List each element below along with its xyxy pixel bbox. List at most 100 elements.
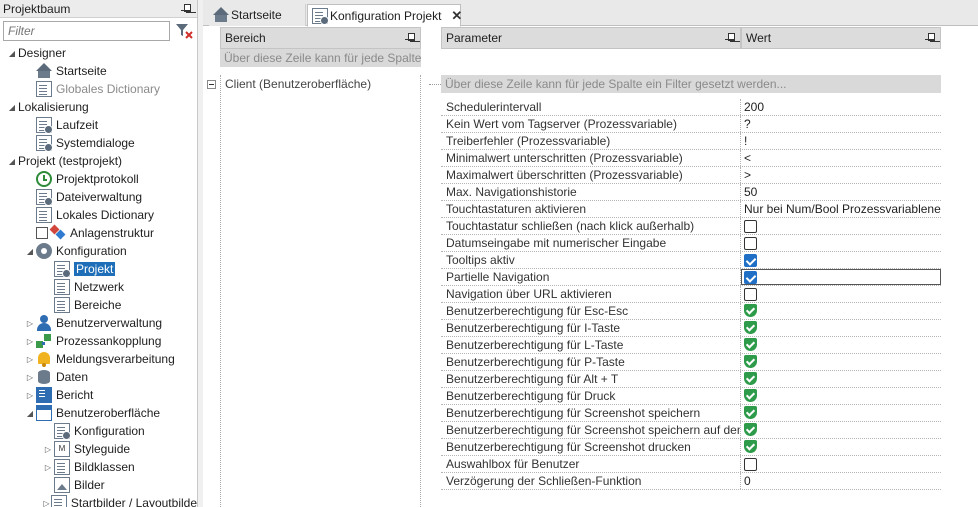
parameter-value[interactable]	[741, 286, 941, 302]
parameter-value[interactable]	[741, 354, 941, 370]
parameter-row[interactable]: Benutzerberechtigung für L-Taste	[441, 337, 941, 354]
tree-filter-input[interactable]	[3, 21, 170, 41]
parameter-value[interactable]	[741, 422, 941, 438]
parameter-row[interactable]: Schedulerintervall 200	[441, 99, 941, 116]
parameter-row[interactable]: Partielle Navigation	[441, 269, 941, 286]
parameter-row[interactable]: Benutzerberechtigung für I-Taste	[441, 320, 941, 337]
parameter-row[interactable]: Treiberfehler (Prozessvariable)!	[441, 133, 941, 150]
tree-item[interactable]: Systemdialoge	[0, 134, 197, 152]
collapsed-arrow-icon[interactable]: ▷	[24, 389, 36, 401]
tree-item[interactable]: ◢ Benutzeroberfläche	[0, 404, 197, 422]
tree-item[interactable]: ▷ M Styleguide	[0, 440, 197, 458]
parameter-row[interactable]: Touchtastaturen aktivieren Nur bei Num/Bo…	[441, 201, 941, 218]
parameter-value[interactable]	[741, 218, 941, 234]
tree-item[interactable]: Netzwerk	[0, 278, 197, 296]
collapsed-arrow-icon[interactable]: ▷	[24, 317, 36, 329]
shield-check-icon[interactable]	[744, 372, 757, 386]
shield-check-icon[interactable]	[744, 304, 757, 318]
expanded-arrow-icon[interactable]: ◢	[6, 155, 18, 167]
tree-item[interactable]: ◢ Lokalisierung	[0, 98, 197, 116]
parameter-value[interactable]	[741, 388, 941, 404]
parameter-row[interactable]: Benutzerberechtigung für Screenshot spei…	[441, 405, 941, 422]
expanded-arrow-icon[interactable]: ◢	[24, 407, 36, 419]
tab-startseite[interactable]: Startseite	[209, 4, 306, 26]
parameter-value[interactable]	[741, 337, 941, 353]
tree-item[interactable]: Konfiguration	[0, 422, 197, 440]
tree-item[interactable]: ▷ Startbilder / Layoutbilde	[0, 494, 197, 507]
parameter-value[interactable]: <	[741, 150, 941, 166]
value-column-header[interactable]: Wert	[741, 27, 941, 49]
splitter[interactable]	[198, 0, 203, 507]
parameter-row[interactable]: Minimalwert unterschritten (Prozessvaria…	[441, 150, 941, 167]
collapsed-arrow-icon[interactable]: ▷	[24, 335, 36, 347]
collapsed-arrow-icon[interactable]: ▷	[24, 353, 36, 365]
tree-item[interactable]: ▷ Prozessankopplung	[0, 332, 197, 350]
tree-item[interactable]: ◢ Projekt (testprojekt)	[0, 152, 197, 170]
collapsed-arrow-icon[interactable]: ▷	[42, 443, 54, 455]
tree-item[interactable]: Startseite	[0, 62, 197, 80]
collapsed-arrow-icon[interactable]: ▷	[42, 497, 51, 507]
tree-item[interactable]: ▷ Bildklassen	[0, 458, 197, 476]
parameter-value[interactable]	[741, 235, 941, 251]
expanded-arrow-icon[interactable]: ◢	[6, 47, 18, 59]
tree-item[interactable]: ▷ Meldungsverarbeitung	[0, 350, 197, 368]
bereich-node-client[interactable]: Client (Benutzeroberfläche)	[207, 75, 371, 93]
tree-item[interactable]: Bereiche	[0, 296, 197, 314]
tree-item[interactable]: ◢ Designer	[0, 44, 197, 62]
shield-check-icon[interactable]	[744, 321, 757, 335]
tree-item[interactable]: Projekt	[0, 260, 197, 278]
parameter-value[interactable]	[741, 303, 941, 319]
parameter-value[interactable]	[741, 320, 941, 336]
expanded-arrow-icon[interactable]: ◢	[24, 245, 36, 257]
tree-item[interactable]: Lokales Dictionary	[0, 206, 197, 224]
tree-item[interactable]: ▷ Bericht	[0, 386, 197, 404]
shield-check-icon[interactable]	[744, 440, 757, 454]
parameter-row[interactable]: Verzögerung der Schließen-Funktion 0	[441, 473, 941, 490]
parameter-value[interactable]	[741, 405, 941, 421]
pin-icon[interactable]	[405, 33, 415, 43]
close-icon[interactable]: ✕	[451, 8, 462, 24]
tree-item[interactable]: ▷ Daten	[0, 368, 197, 386]
parameter-value[interactable]: 0	[741, 473, 941, 489]
tree-item[interactable]: Dateiverwaltung	[0, 188, 197, 206]
tree-item[interactable]: ▷ Benutzerverwaltung	[0, 314, 197, 332]
collapse-icon[interactable]	[207, 79, 216, 89]
parameter-row[interactable]: Benutzerberechtigung für P-Taste	[441, 354, 941, 371]
parameter-row[interactable]: Benutzerberechtigung für Druck	[441, 388, 941, 405]
parameter-row[interactable]: Max. Navigationshistorie 50	[441, 184, 941, 201]
parameter-value[interactable]: ?	[741, 116, 941, 132]
parameter-row[interactable]: Kein Wert vom Tagserver (Prozessvariable…	[441, 116, 941, 133]
collapsed-arrow-icon[interactable]: ▷	[24, 371, 36, 383]
expanded-arrow-icon[interactable]: ◢	[6, 101, 18, 113]
parameter-value[interactable]	[741, 439, 941, 455]
checkbox-checked[interactable]	[744, 270, 757, 284]
parameter-value[interactable]	[741, 371, 941, 387]
parameter-column-header[interactable]: Parameter	[441, 27, 741, 49]
bereich-column-header[interactable]: Bereich	[220, 27, 421, 49]
checkbox-checked[interactable]	[744, 253, 757, 267]
checkbox-unchecked[interactable]	[744, 219, 757, 233]
parameter-row[interactable]: Navigation über URL aktivieren	[441, 286, 941, 303]
parameter-value[interactable]: >	[741, 167, 941, 183]
checkbox-unchecked[interactable]	[744, 457, 757, 471]
checkbox-unchecked[interactable]	[744, 287, 757, 301]
shield-check-icon[interactable]	[744, 406, 757, 420]
clear-filter-icon[interactable]	[174, 21, 194, 41]
parameter-value[interactable]: !	[741, 133, 941, 149]
shield-check-icon[interactable]	[744, 389, 757, 403]
tree-item[interactable]: ◢ Konfiguration	[0, 242, 197, 260]
tree-item[interactable]: Laufzeit	[0, 116, 197, 134]
shield-check-icon[interactable]	[744, 338, 757, 352]
parameter-value[interactable]	[741, 252, 941, 268]
tree-item[interactable]: Anlagenstruktur	[0, 224, 197, 242]
parameter-filter-row[interactable]: Über diese Zeile kann für jede Spalte ei…	[441, 75, 941, 93]
pin-icon[interactable]	[725, 33, 735, 43]
parameter-row[interactable]: Benutzerberechtigung für Screenshot druc…	[441, 439, 941, 456]
parameter-row[interactable]: Benutzerberechtigung für Esc-Esc	[441, 303, 941, 320]
tab-konfiguration-projekt[interactable]: Konfiguration Projekt ✕	[307, 4, 462, 27]
tree-item[interactable]: Globales Dictionary	[0, 80, 197, 98]
parameter-row[interactable]: Tooltips aktiv	[441, 252, 941, 269]
parameter-value[interactable]	[741, 456, 941, 472]
shield-check-icon[interactable]	[744, 355, 757, 369]
parameter-value[interactable]: 200	[741, 99, 941, 115]
